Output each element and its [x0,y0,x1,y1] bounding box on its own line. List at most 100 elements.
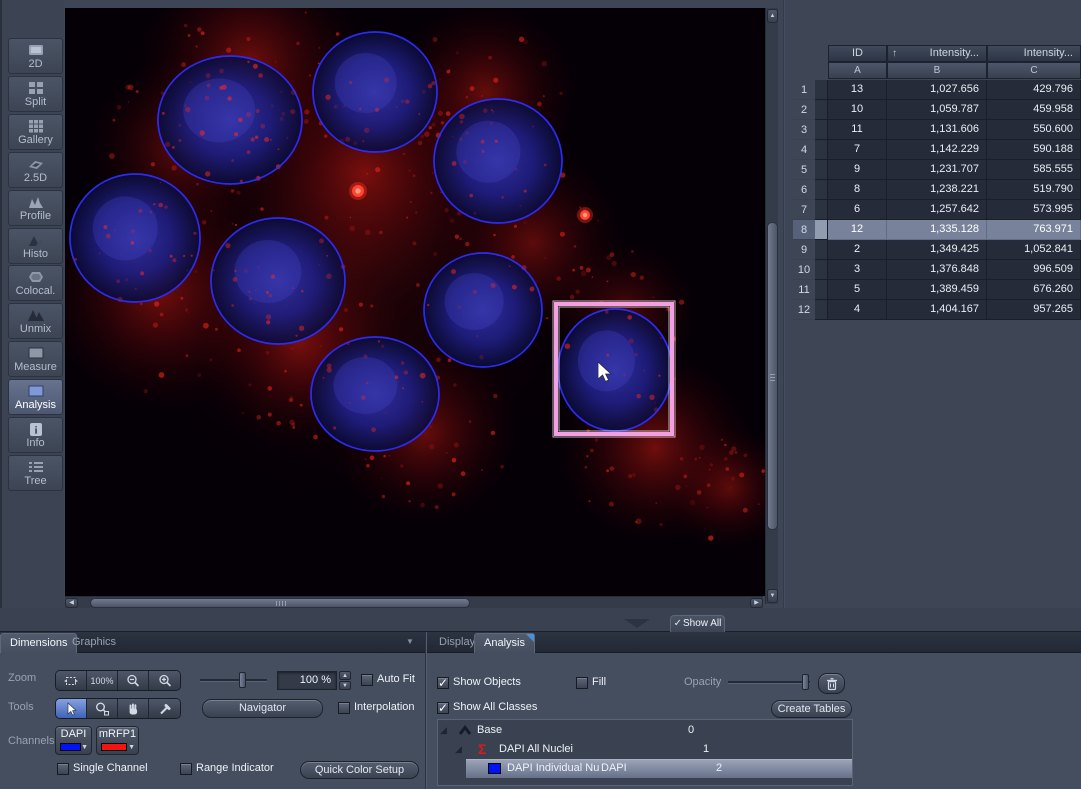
pan-tool-button[interactable] [118,699,149,718]
table-row[interactable]: 591,231.707585.555 [793,160,1081,180]
channel-mrfp1-button[interactable]: mRFP1 ▼ [96,726,139,755]
show-objects-checkbox[interactable]: ✓ [437,677,449,689]
table-row[interactable]: 8121,335.128763.971 [793,220,1081,240]
create-tables-button[interactable]: Create Tables [771,700,852,718]
tab-overflow-caret[interactable]: ▼ [406,637,414,646]
class-tree-row[interactable]: ◢Base0 [438,721,852,740]
show-all-toggle[interactable]: ✓Show All [670,615,725,632]
zoom-value-input[interactable]: 100 % [277,671,337,690]
dapi-color-swatch[interactable] [60,743,81,751]
sidebar-item-histo[interactable]: Histo [8,228,63,264]
chevron-down-icon[interactable]: ▼ [81,744,88,751]
table-row[interactable]: 2101,059.787459.958 [793,100,1081,120]
zoom-increment-button[interactable]: ▲ [339,671,351,680]
rfp-speckle [361,395,366,400]
range-indicator-checkbox[interactable] [180,763,192,775]
zoom-slider[interactable] [200,670,267,690]
column-letter-b[interactable]: B [887,62,987,79]
zoom-decrement-button[interactable]: ▼ [339,681,351,690]
row-number[interactable]: 12 [793,300,815,320]
sidebar-item-2p5d[interactable]: 2.5D [8,152,63,188]
sidebar-item-split[interactable]: Split [8,76,63,112]
image-horizontal-scrollbar[interactable]: ◀ ▶ [65,596,763,608]
table-row[interactable]: 471,142.229590.188 [793,140,1081,160]
row-number[interactable]: 4 [793,140,815,160]
sidebar-item-colocal[interactable]: Colocal. [8,265,63,301]
interpolation-checkbox[interactable] [338,702,350,714]
row-number[interactable]: 9 [793,240,815,260]
channel-dapi-button[interactable]: DAPI ▼ [55,726,92,755]
slider-handle[interactable] [802,674,809,690]
table-row[interactable]: 1241,404.167957.265 [793,300,1081,320]
column-header-b[interactable]: Intensity...↑ [887,45,987,62]
image-vertical-scrollbar[interactable]: ▲ ▼ [765,8,778,604]
zoom-out-button[interactable] [118,671,149,690]
opacity-slider[interactable] [728,672,810,692]
delete-button[interactable] [818,673,845,694]
column-letter-a[interactable]: A [828,62,887,79]
row-number[interactable]: 2 [793,100,815,120]
sidebar-item-measure[interactable]: Measure [8,341,63,377]
fit-to-view-button[interactable] [56,671,87,690]
scroll-right-button[interactable]: ▶ [750,598,763,608]
sidebar-item-analysis[interactable]: Analysis [8,379,63,415]
sidebar-item-2d[interactable]: 2D [8,38,63,74]
zoom-100-button[interactable]: 100% [87,671,118,690]
single-channel-checkbox[interactable] [57,763,69,775]
scroll-left-button[interactable]: ◀ [65,598,78,608]
table-row[interactable]: 761,257.642573.995 [793,200,1081,220]
mrfp1-color-swatch[interactable] [101,743,127,751]
sidebar-item-unmix[interactable]: Unmix [8,303,63,339]
table-row[interactable]: 3111,131.606550.600 [793,120,1081,140]
collapse-arrow-icon[interactable] [624,619,650,628]
row-number[interactable]: 11 [793,280,815,300]
object-count: 2 [716,762,722,774]
auto-fit-checkbox[interactable] [361,674,373,686]
row-number[interactable]: 5 [793,160,815,180]
scroll-down-button[interactable]: ▼ [767,589,778,603]
sidebar-item-gallery[interactable]: Gallery [8,114,63,150]
rfp-speckle [758,503,760,505]
row-number[interactable]: 6 [793,180,815,200]
rfp-speckle [458,305,462,309]
horizontal-scroll-thumb[interactable] [90,598,470,608]
sidebar-item-info[interactable]: iInfo [8,417,63,453]
table-row[interactable]: 921,349.4251,052.841 [793,240,1081,260]
zoom-region-tool-button[interactable] [87,699,118,718]
vertical-scroll-thumb[interactable] [767,222,778,530]
row-number[interactable]: 3 [793,120,815,140]
row-number[interactable]: 7 [793,200,815,220]
pointer-tool-button[interactable] [56,699,87,718]
quick-color-setup-button[interactable]: Quick Color Setup [300,761,419,779]
tab-analysis[interactable]: Analysis [474,633,535,653]
scroll-up-button[interactable]: ▲ [767,9,778,23]
show-all-classes-checkbox[interactable]: ✓ [437,702,449,714]
chevron-down-icon[interactable]: ▼ [128,744,135,751]
class-tree-row[interactable]: ◢ΣDAPI All Nuclei1 [438,740,852,759]
microscopy-image-view[interactable] [65,8,765,596]
table-row[interactable]: 1131,027.656429.796 [793,80,1081,100]
color-picker-tool-button[interactable] [149,699,180,718]
column-header-a[interactable]: ID [828,45,887,62]
expander-icon[interactable]: ◢ [455,744,462,754]
table-row[interactable]: 1151,389.459676.260 [793,280,1081,300]
table-row[interactable]: 1031,376.848996.509 [793,260,1081,280]
navigator-button[interactable]: Navigator [202,699,323,718]
column-letter-c[interactable]: C [987,62,1081,79]
tab-graphics[interactable]: Graphics [63,633,125,653]
rfp-speckle [305,11,307,13]
zoom-in-button[interactable] [149,671,180,690]
rfp-speckle [514,225,517,228]
column-header-c[interactable]: Intensity... [987,45,1081,62]
row-number[interactable]: 1 [793,80,815,100]
expander-icon[interactable]: ◢ [440,725,447,735]
table-row[interactable]: 681,238.221519.790 [793,180,1081,200]
rfp-speckle [446,111,451,116]
sidebar-item-tree[interactable]: Tree [8,455,63,491]
row-number[interactable]: 8 [793,220,815,240]
fill-checkbox[interactable] [576,677,588,689]
row-number[interactable]: 10 [793,260,815,280]
sidebar-item-profile[interactable]: Profile [8,190,63,226]
class-tree-row[interactable]: DAPI Individual NuDAPI2 [438,759,852,778]
slider-handle[interactable] [239,672,246,688]
